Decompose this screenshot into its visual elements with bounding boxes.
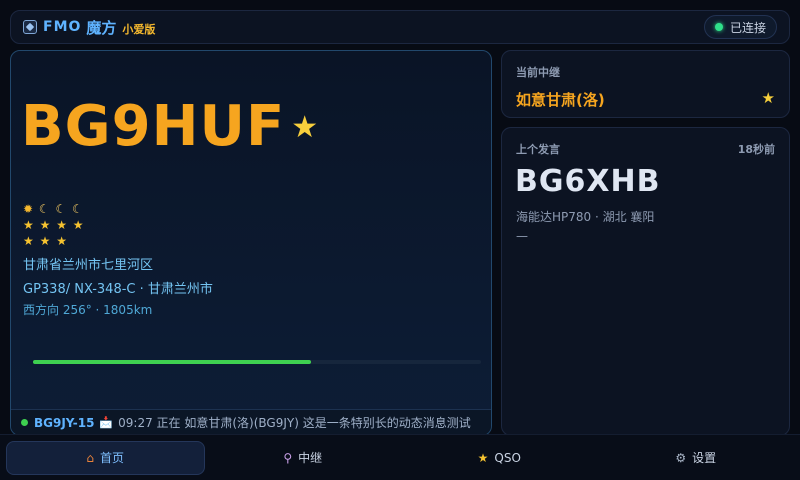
edition-badge: 小爱版: [122, 22, 156, 36]
signal-progress-fill: [33, 360, 311, 364]
mail-icon: 📩: [99, 416, 114, 429]
star-icon: ★: [39, 218, 52, 232]
logo-icon: [23, 20, 37, 34]
connection-status[interactable]: 已连接: [703, 15, 777, 39]
nav-item-home[interactable]: ⌂ 首页: [6, 440, 205, 475]
last-speaker-label: 上个发言: [516, 143, 560, 156]
ticker-callsign: BG9JY-15: [34, 415, 95, 430]
message-ticker: BG9JY-15 📩 09:27 正在 如意甘肃(洛)(BG9JY) 这是一条特…: [11, 409, 491, 435]
repeater-name: 如意甘肃(洛): [516, 91, 605, 109]
nav-label-repeater: 中继: [298, 451, 323, 465]
brand-name-cn: 魔方: [86, 18, 117, 37]
nav-label-settings: 设置: [692, 451, 717, 465]
nav-label-home: 首页: [100, 451, 125, 465]
home-icon: ⌂: [86, 450, 95, 465]
level-row-3: ★ ★ ★: [23, 233, 85, 249]
star-icon: ★: [477, 450, 489, 465]
star-icon: ★: [72, 218, 85, 232]
repeater-favorite-star-icon[interactable]: ★: [762, 89, 775, 107]
gear-icon: ⚙: [675, 450, 687, 465]
current-repeater-card[interactable]: 当前中继 如意甘肃(洛) ★: [501, 50, 790, 118]
moon-icon: ☾: [55, 202, 68, 216]
current-callsign-card[interactable]: BG9HUF ★ ✹ ☾ ☾ ☾ ★ ★ ★ ★ ★ ★ ★ 甘肃省兰州市七里河…: [10, 50, 492, 436]
bottom-nav: ⌂ 首页 ⚲ 中继 ★ QSO ⚙ 设置: [0, 434, 800, 480]
level-row-1: ✹ ☾ ☾ ☾: [23, 201, 85, 217]
last-speaker-time: 18秒前: [737, 143, 775, 156]
signal-progress-bar: [33, 360, 481, 364]
last-speaker-extra: —: [516, 229, 528, 243]
star-icon: ★: [39, 234, 52, 248]
moon-icon: ☾: [72, 202, 84, 216]
repeater-icon: ⚲: [283, 450, 293, 465]
status-dot-icon: [714, 23, 723, 31]
nav-item-repeater[interactable]: ⚲ 中继: [205, 441, 402, 475]
nav-item-qso[interactable]: ★ QSO: [401, 441, 598, 475]
repeater-label: 当前中继: [516, 66, 560, 79]
last-speaker-card[interactable]: 上个发言 18秒前 BG6XHB 海能达HP780 · 湖北 襄阳 —: [501, 127, 790, 436]
nav-label-qso: QSO: [494, 450, 521, 465]
app-root: FMO 魔方 小爱版 已连接 BG9HUF ★ ✹ ☾ ☾ ☾ ★ ★ ★ ★: [0, 0, 800, 480]
header-bar: FMO 魔方 小爱版 已连接: [10, 10, 790, 44]
star-icon: ★: [23, 218, 35, 232]
last-speaker-device: 海能达HP780 · 湖北 襄阳: [516, 210, 655, 224]
bearing-distance-text: 西方向 256° · 1805km: [23, 303, 153, 317]
sun-icon: ✹: [23, 202, 35, 216]
star-icon: ★: [23, 234, 35, 248]
moon-icon: ☾: [38, 202, 51, 216]
operator-level: ✹ ☾ ☾ ☾ ★ ★ ★ ★ ★ ★ ★: [23, 201, 85, 249]
star-icon: ★: [56, 218, 68, 232]
favorite-star-icon[interactable]: ★: [291, 110, 318, 145]
connection-status-label: 已连接: [729, 20, 766, 35]
current-callsign: BG9HUF: [21, 94, 286, 159]
grid-info-text: GP338/ NX-348-C · 甘肃兰州市: [23, 282, 213, 297]
brand-name: FMO: [43, 19, 82, 35]
last-speaker-callsign: BG6XHB: [515, 164, 661, 199]
star-icon: ★: [56, 234, 68, 248]
level-row-2: ★ ★ ★ ★: [23, 217, 85, 233]
ticker-status-dot-icon: [21, 419, 28, 426]
location-text: 甘肃省兰州市七里河区: [23, 258, 154, 273]
callsign-row: BG9HUF ★: [21, 95, 318, 159]
nav-item-settings[interactable]: ⚙ 设置: [598, 441, 795, 475]
ticker-message: 09:27 正在 如意甘肃(洛)(BG9JY) 这是一条特别长的动态消息测试: [118, 416, 471, 430]
